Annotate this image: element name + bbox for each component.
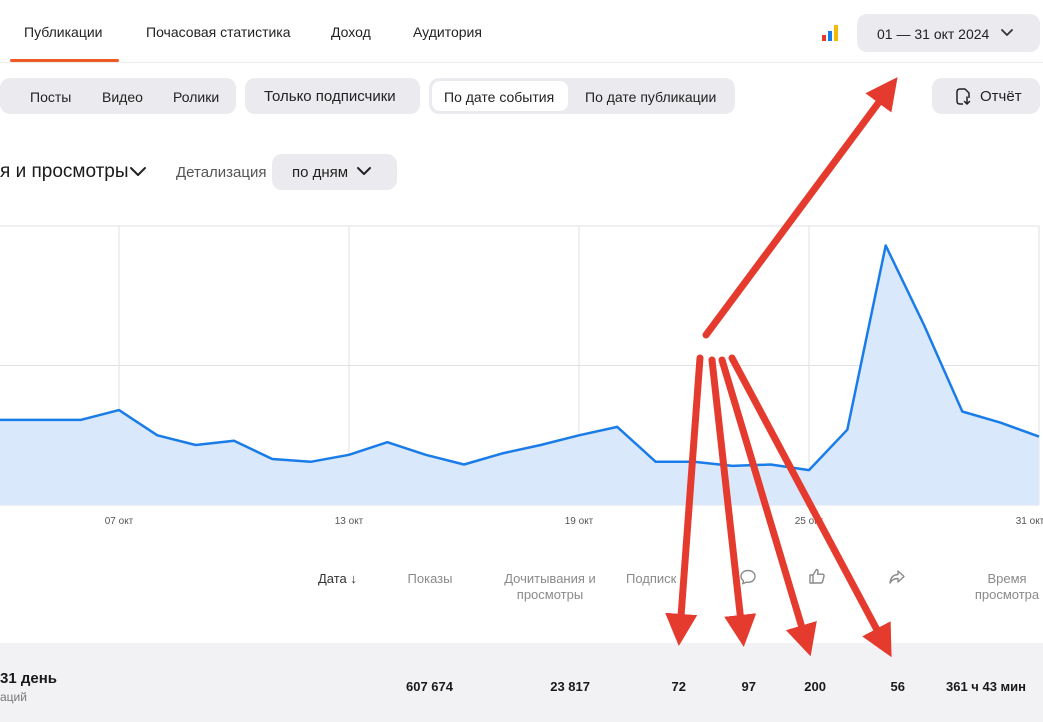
report-download-icon xyxy=(956,88,971,105)
date-mode-event[interactable]: По дате события xyxy=(444,89,554,105)
active-tab-indicator xyxy=(10,59,119,62)
chart-series-line xyxy=(0,244,1040,472)
chevron-down-icon xyxy=(357,167,371,175)
detail-label: Детализация xyxy=(176,164,267,181)
like-icon[interactable] xyxy=(808,567,826,585)
x-tick-label: 07 окт xyxy=(105,516,134,527)
date-range-value: 01 — 31 окт 2024 xyxy=(877,26,990,42)
summary-row xyxy=(0,643,1043,722)
x-tick-label: 31 окт xyxy=(1016,516,1043,527)
chevron-down-icon xyxy=(1001,29,1013,36)
report-button[interactable]: Отчёт xyxy=(932,78,1040,114)
column-reads-views[interactable]: Дочитывания и просмотры xyxy=(500,571,600,603)
summary-watch-time: 361 ч 43 мин xyxy=(946,679,1026,694)
column-subscriptions[interactable]: Подписк xyxy=(626,571,676,587)
summary-subtitle: аций xyxy=(0,690,27,704)
detail-select[interactable]: по дням xyxy=(272,154,397,190)
bar-chart-logo-icon xyxy=(822,25,838,41)
detail-value: по дням xyxy=(292,164,349,181)
x-tick-label: 19 окт xyxy=(565,516,594,527)
summary-title: 31 день xyxy=(0,670,57,687)
filter-videos[interactable]: Видео xyxy=(102,89,143,105)
summary-likes: 200 xyxy=(804,679,826,694)
column-impressions[interactable]: Показы xyxy=(401,571,459,587)
sort-arrow-down-icon: ↓ xyxy=(350,571,357,586)
tab-income[interactable]: Доход xyxy=(331,24,371,40)
chevron-down-icon[interactable] xyxy=(129,165,147,179)
date-mode-selector: По дате события По дате публикации xyxy=(429,78,735,114)
metric-selector[interactable]: я и просмотры xyxy=(0,161,129,183)
date-mode-publication[interactable]: По дате публикации xyxy=(585,89,716,105)
annotation-arrow xyxy=(702,77,898,339)
content-type-selector: Посты Видео Ролики xyxy=(0,78,236,114)
annotation-arrow xyxy=(718,356,817,657)
column-date-label: Дата xyxy=(318,571,347,586)
share-icon[interactable] xyxy=(888,568,906,586)
chart-area-fill xyxy=(0,245,1039,505)
comment-icon[interactable] xyxy=(739,568,757,586)
summary-shares: 56 xyxy=(890,679,905,694)
summary-impressions: 607 674 xyxy=(406,679,453,694)
annotation-arrow xyxy=(665,354,704,647)
column-watch-time[interactable]: Время просмотра xyxy=(955,571,1043,603)
annotation-arrow xyxy=(728,354,892,658)
summary-reads-views: 23 817 xyxy=(550,679,590,694)
summary-comments: 97 xyxy=(741,679,756,694)
summary-subscriptions: 72 xyxy=(671,679,686,694)
subscribers-only-label: Только подписчики xyxy=(264,88,396,105)
tab-audience[interactable]: Аудитория xyxy=(413,24,482,40)
filter-posts[interactable]: Посты xyxy=(30,89,71,105)
column-date[interactable]: Дата ↓ xyxy=(318,571,357,587)
date-range-picker[interactable]: 01 — 31 окт 2024 xyxy=(857,14,1040,52)
annotation-arrow xyxy=(708,356,757,648)
top-navigation: Публикации Почасовая статистика Доход Ау… xyxy=(0,0,1043,63)
tab-publications[interactable]: Публикации xyxy=(24,24,102,40)
subscribers-only-toggle[interactable]: Только подписчики xyxy=(245,78,420,114)
x-tick-label: 13 окт xyxy=(335,516,364,527)
filter-clips[interactable]: Ролики xyxy=(173,89,219,105)
report-button-label: Отчёт xyxy=(980,88,1022,105)
x-tick-label: 25 окт xyxy=(795,516,824,527)
tab-hourly-stats[interactable]: Почасовая статистика xyxy=(146,24,291,40)
